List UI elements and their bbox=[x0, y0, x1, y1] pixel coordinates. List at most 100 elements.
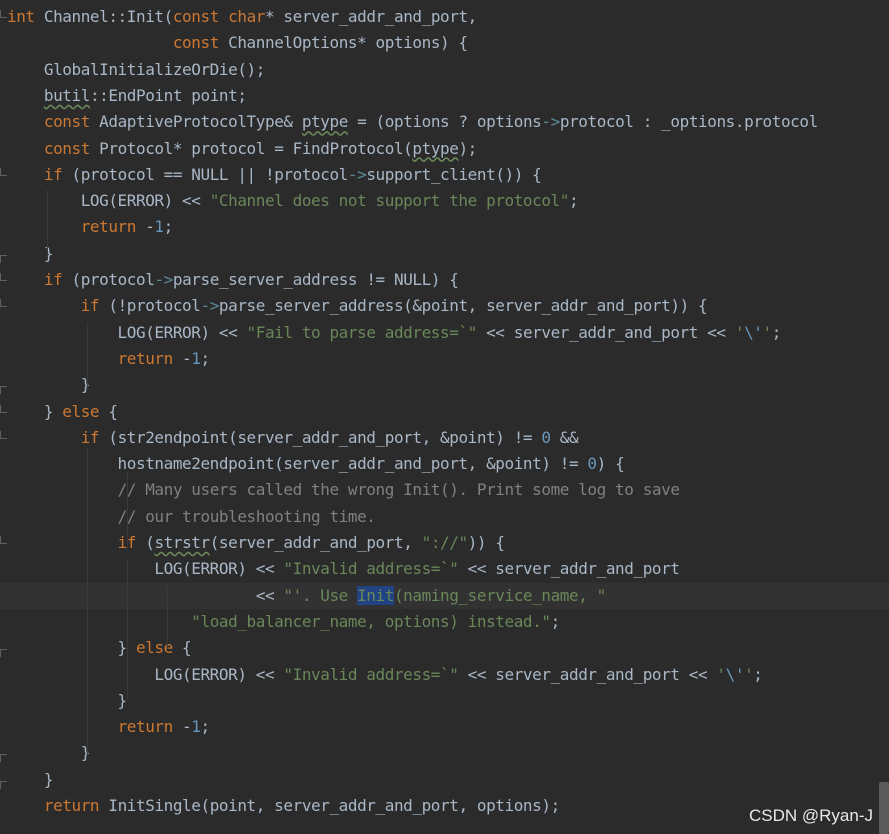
code-token: LOG(ERROR) << bbox=[7, 322, 247, 342]
code-token: 1 bbox=[191, 348, 201, 368]
code-token: ; bbox=[200, 717, 211, 737]
code-line[interactable]: if (str2endpoint(server_addr_and_port, &… bbox=[0, 425, 889, 451]
code-line-text: GlobalInitializeOrDie(); bbox=[7, 57, 266, 83]
code-line[interactable]: if (!protocol->parse_server_address(&poi… bbox=[0, 293, 889, 319]
fold-start-icon[interactable] bbox=[0, 536, 7, 544]
code-token: ); bbox=[458, 138, 477, 158]
fold-start-icon[interactable] bbox=[0, 167, 7, 176]
code-token: LOG(ERROR) << bbox=[7, 191, 210, 211]
code-line-text: return -1; bbox=[7, 714, 211, 740]
code-token: } bbox=[7, 769, 54, 789]
code-line[interactable]: LOG(ERROR) << "Invalid address=`" << ser… bbox=[0, 662, 889, 688]
code-token: ChannelOptions* options) { bbox=[218, 33, 468, 53]
code-line[interactable]: return -1; bbox=[0, 714, 889, 740]
fold-start-icon[interactable] bbox=[0, 299, 7, 308]
fold-start-icon[interactable] bbox=[0, 10, 7, 18]
fold-start-icon[interactable] bbox=[0, 404, 7, 413]
code-line[interactable]: const ChannelOptions* options) { bbox=[0, 30, 889, 56]
code-token: char bbox=[228, 7, 265, 26]
code-token: << server_addr_and_port << bbox=[458, 664, 717, 684]
code-line[interactable]: } else { bbox=[0, 635, 889, 661]
code-line[interactable]: LOG(ERROR) << "Fail to parse address=`" … bbox=[0, 320, 889, 346]
code-line[interactable]: return -1; bbox=[0, 214, 889, 240]
code-line-text: if (protocol->parse_server_address != NU… bbox=[7, 267, 459, 293]
code-line[interactable]: } else { bbox=[0, 399, 889, 425]
code-line[interactable]: // Many users called the wrong Init(). P… bbox=[0, 477, 889, 503]
code-line[interactable]: } bbox=[0, 241, 889, 267]
code-line[interactable]: } bbox=[0, 688, 889, 714]
code-line[interactable]: GlobalInitializeOrDie(); bbox=[0, 57, 889, 83]
code-line[interactable]: hostname2endpoint(server_addr_and_port, … bbox=[0, 451, 889, 477]
code-line-text: } bbox=[7, 767, 54, 793]
code-token: return bbox=[117, 717, 174, 737]
code-line[interactable]: << "'. Use Init(naming_service_name, " bbox=[0, 582, 889, 609]
code-line[interactable]: LOG(ERROR) << "Channel does not support … bbox=[0, 188, 889, 214]
code-token: ; bbox=[753, 664, 763, 684]
code-line[interactable]: const AdaptiveProtocolType& ptype = (opt… bbox=[0, 109, 889, 135]
code-token: -> bbox=[154, 270, 173, 289]
code-token: ' bbox=[734, 322, 745, 342]
code-line[interactable]: } bbox=[0, 767, 889, 793]
code-line[interactable]: if (strstr(server_addr_and_port, "://"))… bbox=[0, 530, 889, 556]
code-token: -> bbox=[347, 164, 367, 184]
fold-start-icon[interactable] bbox=[0, 273, 7, 281]
code-token: (protocol bbox=[62, 270, 155, 289]
code-line[interactable]: butil::EndPoint point; bbox=[0, 83, 889, 109]
code-line[interactable]: if (protocol == NULL || !protocol->suppo… bbox=[0, 162, 889, 188]
code-token: - bbox=[172, 348, 192, 368]
code-line-text: << "'. Use Init(naming_service_name, " bbox=[7, 583, 606, 609]
code-line[interactable]: return -1; bbox=[0, 346, 889, 372]
code-token: ::EndPoint point; bbox=[89, 85, 247, 105]
code-token: ; bbox=[550, 611, 561, 631]
code-token: AdaptiveProtocolType& bbox=[89, 112, 302, 132]
code-line[interactable]: LOG(ERROR) << "Invalid address=`" << ser… bbox=[0, 556, 889, 582]
code-token: support_client()) { bbox=[366, 164, 542, 184]
code-token: { bbox=[99, 401, 118, 421]
code-line[interactable]: } bbox=[0, 372, 889, 398]
code-token: Protocol* protocol = FindProtocol( bbox=[89, 138, 413, 158]
fold-end-icon[interactable] bbox=[0, 780, 7, 789]
code-token: InitSingle(point, server_addr_and_port, … bbox=[99, 796, 560, 815]
fold-end-icon[interactable] bbox=[0, 754, 7, 763]
code-token: GlobalInitializeOrDie(); bbox=[7, 59, 266, 79]
code-line-text: "load_balancer_name, options) instead."; bbox=[7, 609, 560, 635]
code-token: \' bbox=[744, 322, 763, 342]
code-line[interactable]: const Protocol* protocol = FindProtocol(… bbox=[0, 136, 889, 162]
code-token: Channel::Init( bbox=[34, 7, 173, 26]
indent-guide bbox=[127, 560, 128, 700]
code-token: 1 bbox=[191, 717, 201, 737]
fold-start-icon[interactable] bbox=[0, 430, 7, 439]
code-token: ptype bbox=[301, 112, 348, 132]
code-line[interactable]: "load_balancer_name, options) instead."; bbox=[0, 609, 889, 635]
code-token: 0 bbox=[587, 454, 597, 474]
code-token: LOG(ERROR) << bbox=[7, 559, 284, 579]
fold-end-icon[interactable] bbox=[0, 649, 7, 658]
indent-guide bbox=[47, 190, 48, 260]
code-token: ; bbox=[200, 348, 211, 368]
code-line[interactable]: int Channel::Init(const char* server_add… bbox=[0, 4, 889, 30]
code-editor[interactable]: int Channel::Init(const char* server_add… bbox=[0, 0, 889, 834]
code-token: "Invalid address=`" bbox=[283, 559, 459, 579]
code-line[interactable]: } bbox=[0, 740, 889, 766]
code-line-text: LOG(ERROR) << "Fail to parse address=`" … bbox=[7, 320, 782, 346]
vertical-scrollbar[interactable] bbox=[879, 782, 889, 834]
code-line[interactable]: // our troubleshooting time. bbox=[0, 504, 889, 530]
code-token: } bbox=[7, 375, 91, 395]
code-line-text: if (strstr(server_addr_and_port, "://"))… bbox=[7, 530, 505, 556]
code-line[interactable]: if (protocol->parse_server_address != NU… bbox=[0, 267, 889, 293]
code-token: const bbox=[172, 33, 219, 53]
fold-end-icon[interactable] bbox=[0, 386, 7, 395]
code-token: (server_addr_and_port, bbox=[209, 533, 422, 552]
fold-end-icon[interactable] bbox=[0, 254, 7, 263]
code-token: const bbox=[43, 112, 90, 132]
code-token: "load_balancer_name, options) instead." bbox=[191, 611, 551, 631]
code-token: ; bbox=[163, 217, 174, 237]
code-token: parse_server_address != NULL) { bbox=[172, 270, 459, 289]
code-token: \' bbox=[725, 664, 745, 684]
